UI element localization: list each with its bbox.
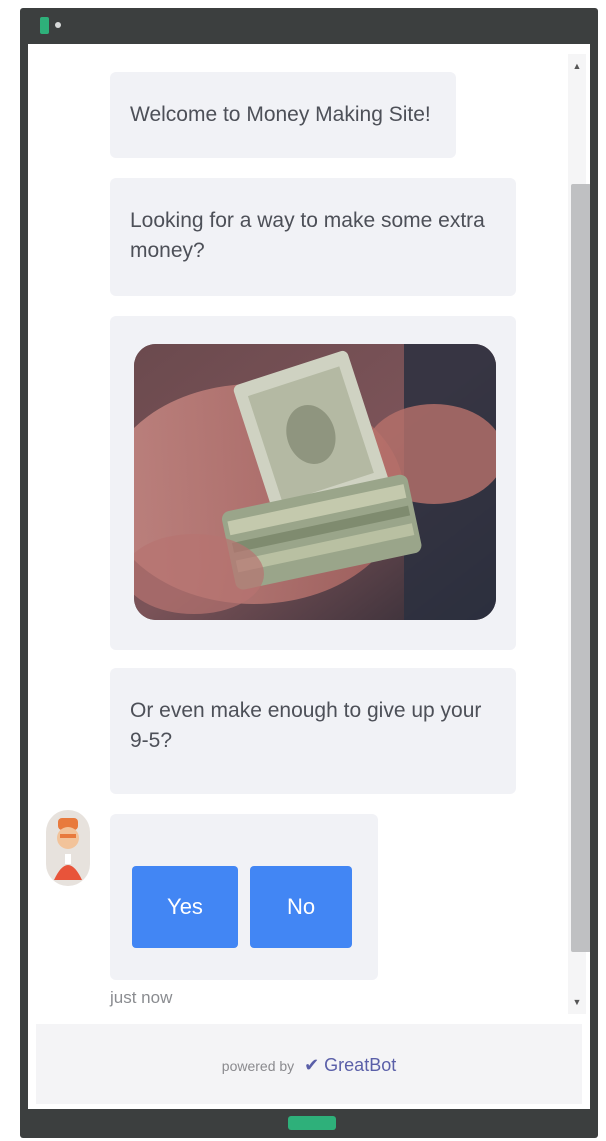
image-message-bubble (110, 316, 516, 650)
scrollbar-thumb[interactable] (571, 184, 590, 952)
title-bar (20, 8, 598, 44)
message-bubble: Welcome to Money Making Site! (110, 72, 456, 158)
window-dot-icon (55, 22, 61, 28)
quick-reply-bubble: Yes No (110, 814, 378, 980)
scroll-up-arrow-icon[interactable]: ▲ (568, 58, 586, 74)
powered-by-footer: powered by ✔ GreatBot (36, 1024, 582, 1104)
yes-button[interactable]: Yes (132, 866, 238, 948)
brand-check-icon: ✔ (304, 1055, 320, 1075)
powered-by-label: powered by (221, 1058, 295, 1074)
widget-frame: Welcome to Money Making Site! Looking fo… (20, 8, 598, 1138)
chat-panel: Welcome to Money Making Site! Looking fo… (28, 44, 590, 1109)
widget-toggle-handle[interactable] (288, 1116, 336, 1130)
no-button[interactable]: No (250, 866, 352, 948)
window-app-icon[interactable] (40, 17, 49, 34)
message-text: Welcome to Money Making Site! (130, 103, 431, 126)
message-timestamp: just now (110, 988, 173, 1007)
scroll-down-arrow-icon[interactable]: ▼ (568, 994, 586, 1010)
money-cash-photo (134, 344, 496, 620)
scrollbar[interactable]: ▲ ▼ (568, 54, 590, 1014)
brand-name: GreatBot (324, 1055, 397, 1075)
message-bubble: Looking for a way to make some extra mon… (110, 178, 516, 296)
message-text: Looking for a way to make some extra mon… (130, 209, 485, 262)
message-bubble: Or even make enough to give up your 9-5? (110, 668, 516, 794)
bot-avatar (46, 810, 90, 886)
message-text: Or even make enough to give up your 9-5? (130, 699, 482, 752)
brand-link[interactable]: ✔ GreatBot (304, 1055, 396, 1075)
